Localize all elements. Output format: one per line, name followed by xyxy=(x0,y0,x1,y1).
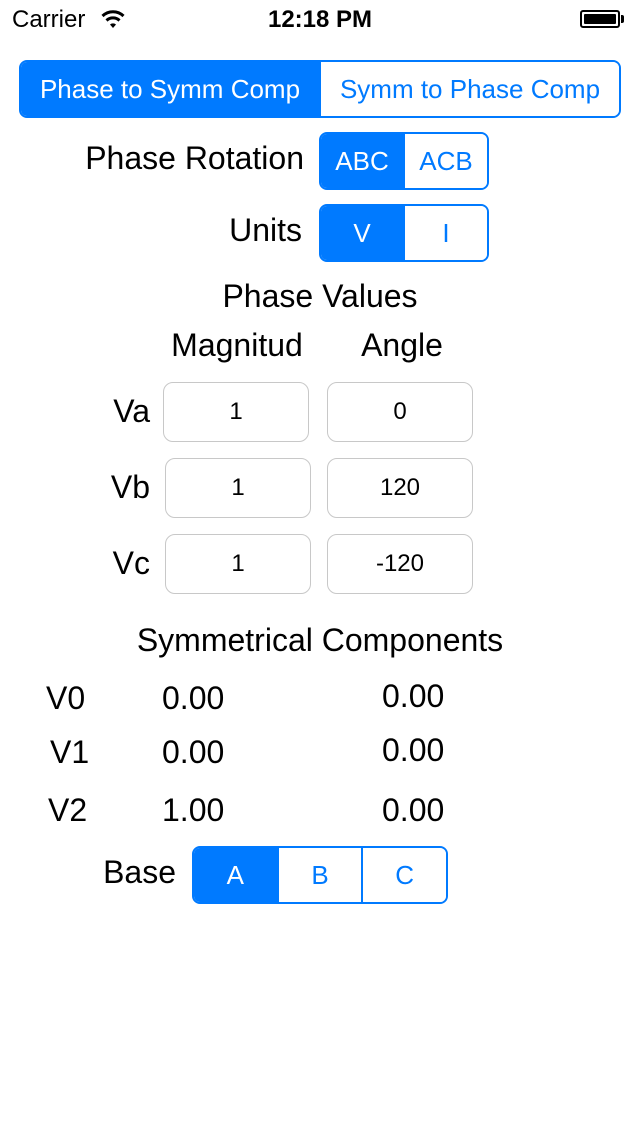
phase-rotation-control: ABC ACB xyxy=(319,132,489,190)
v0-label: V0 xyxy=(46,680,86,716)
magnitude-column-header: Magnitud xyxy=(171,327,303,363)
units-label: Units xyxy=(229,212,302,248)
units-control: V I xyxy=(319,204,489,262)
v1-label: V1 xyxy=(50,734,90,770)
base-b-option[interactable]: B xyxy=(276,848,362,902)
base-label: Base xyxy=(103,854,176,890)
status-bar: Carrier 12:18 PM xyxy=(0,0,640,40)
base-c-option[interactable]: C xyxy=(361,848,446,902)
base-control: A B C xyxy=(192,846,448,904)
v2-magnitude-value: 1.00 xyxy=(162,792,225,828)
rotation-acb-option[interactable]: ACB xyxy=(403,134,487,188)
tab-symm-to-phase[interactable]: Symm to Phase Comp xyxy=(319,62,619,116)
vb-angle-field[interactable]: 120 xyxy=(327,458,473,518)
battery-icon xyxy=(580,10,626,30)
vc-magnitude-field[interactable]: 1 xyxy=(165,534,311,594)
rotation-abc-option[interactable]: ABC xyxy=(321,134,403,188)
phase-rotation-label: Phase Rotation xyxy=(85,140,304,176)
v2-angle-value: 0.00 xyxy=(382,792,445,828)
vb-label: Vb xyxy=(110,469,150,505)
units-i-option[interactable]: I xyxy=(403,206,487,260)
v0-magnitude-value: 0.00 xyxy=(162,680,225,716)
vb-magnitude-field[interactable]: 1 xyxy=(165,458,311,518)
v1-magnitude-value: 0.00 xyxy=(162,734,225,770)
v2-label: V2 xyxy=(48,792,88,828)
phase-values-title: Phase Values xyxy=(222,278,418,314)
va-magnitude-field[interactable]: 1 xyxy=(163,382,309,442)
va-label: Va xyxy=(113,393,150,429)
vc-label: Vc xyxy=(112,545,150,581)
base-a-option[interactable]: A xyxy=(194,848,277,902)
v0-angle-value: 0.00 xyxy=(382,678,445,714)
tab-phase-to-symm[interactable]: Phase to Symm Comp xyxy=(21,62,319,116)
mode-segmented-control: Phase to Symm Comp Symm to Phase Comp xyxy=(19,60,621,118)
units-v-option[interactable]: V xyxy=(321,206,403,260)
angle-column-header: Angle xyxy=(361,327,443,363)
v1-angle-value: 0.00 xyxy=(382,732,445,768)
status-time: 12:18 PM xyxy=(267,6,373,33)
vc-angle-field[interactable]: -120 xyxy=(327,534,473,594)
va-angle-field[interactable]: 0 xyxy=(327,382,473,442)
symmetrical-components-title: Symmetrical Components xyxy=(136,622,504,658)
